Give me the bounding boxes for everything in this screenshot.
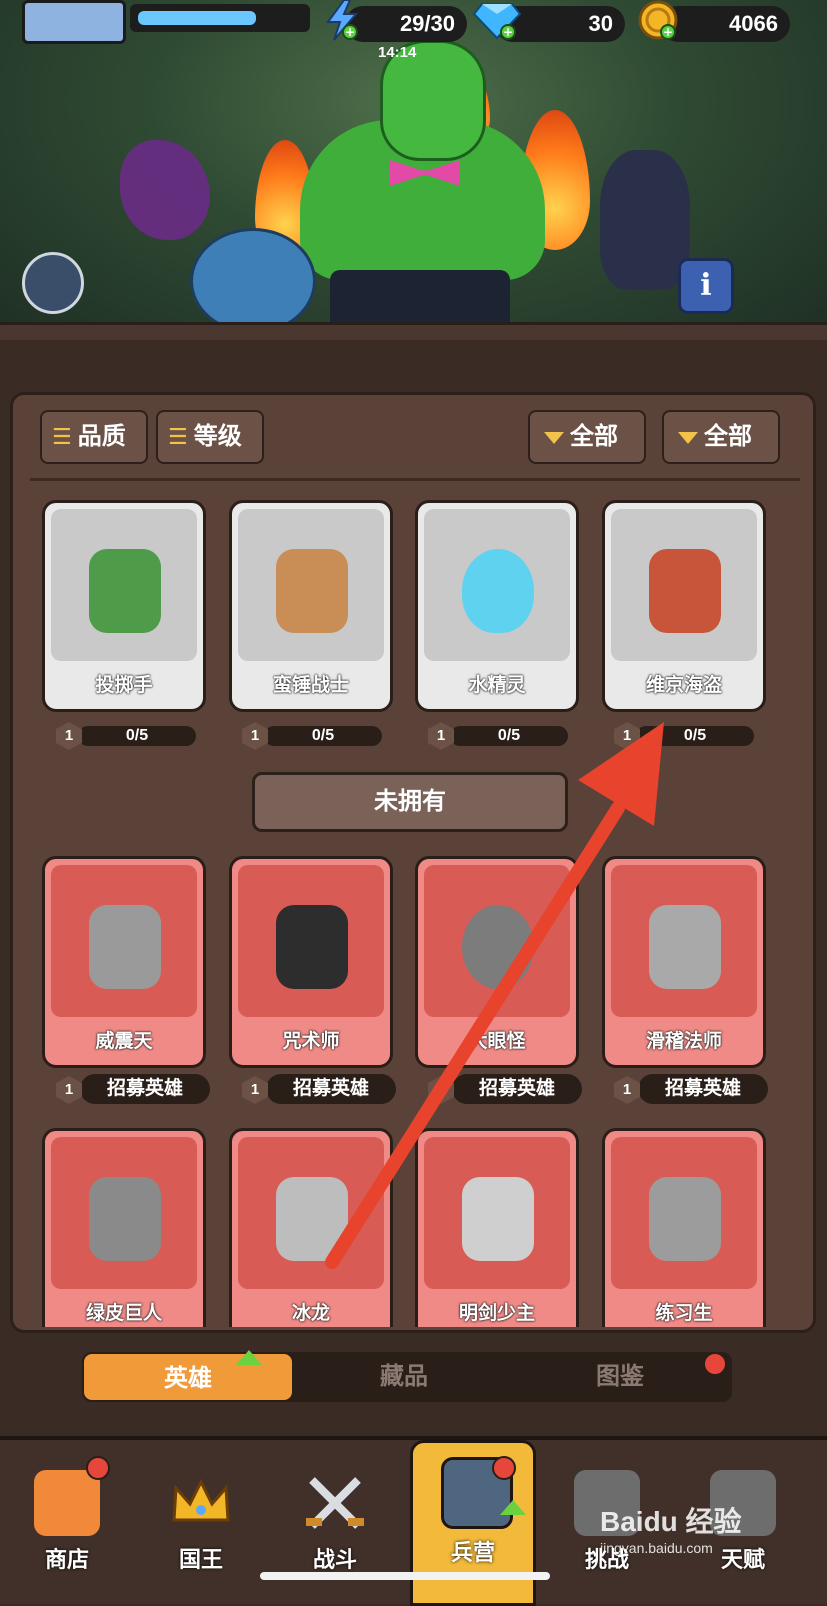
- annotation-arrow: [325, 722, 664, 1269]
